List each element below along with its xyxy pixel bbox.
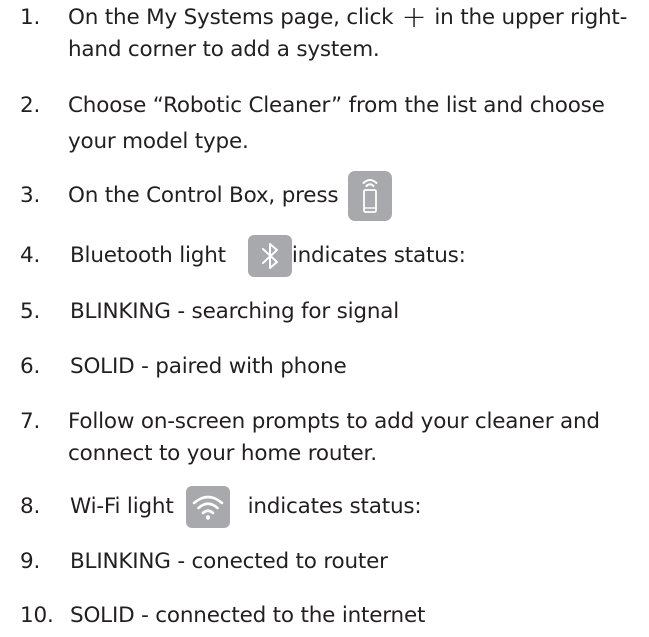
step-text: hand corner to add a system. xyxy=(68,37,380,62)
step-text: BLINKING - conected to router xyxy=(70,549,388,574)
step-number: 2. xyxy=(20,93,41,118)
step-text: Follow on-screen prompts to add your cle… xyxy=(68,409,600,434)
step-number: 1. xyxy=(20,5,41,30)
step-number: 3. xyxy=(20,183,41,208)
step-text: On the Control Box, press xyxy=(68,183,339,208)
step-number: 5. xyxy=(20,299,41,324)
step-text: BLINKING - searching for signal xyxy=(70,299,400,324)
step-text: connect to your home router. xyxy=(68,441,377,466)
step-text: SOLID - paired with phone xyxy=(70,354,347,379)
step-number: 9. xyxy=(20,549,41,574)
step-number: 10. xyxy=(20,603,54,628)
step-number: 4. xyxy=(20,243,41,268)
step-text: Wi-Fi light xyxy=(70,494,174,519)
step-text: indicates status: xyxy=(247,494,422,519)
step-text: indicates status: xyxy=(291,243,466,268)
step-number: 8. xyxy=(20,494,41,519)
step-text: your model type. xyxy=(68,129,249,154)
phone-signal-icon xyxy=(348,171,393,221)
instruction-page: { "steps": [ { "number": "1.", "line1_be… xyxy=(0,0,649,637)
step-number: 6. xyxy=(20,354,41,379)
step-text: Choose “Robotic Cleaner” from the list a… xyxy=(68,93,605,118)
step-text: On the My Systems page, click xyxy=(68,5,394,30)
step-number: 7. xyxy=(20,409,41,434)
bluetooth-icon xyxy=(247,235,292,277)
wifi-icon xyxy=(185,486,230,528)
step-text: in the upper right- xyxy=(434,5,628,30)
step-text: Bluetooth light xyxy=(70,243,226,268)
plus-icon: + xyxy=(401,0,427,35)
step-text: SOLID - connected to the internet xyxy=(70,603,426,628)
